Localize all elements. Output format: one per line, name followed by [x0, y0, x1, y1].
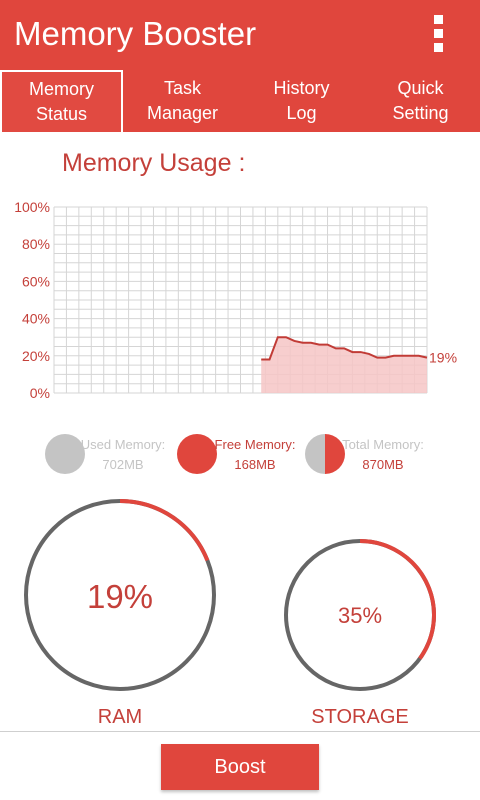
bottom-divider	[0, 731, 480, 732]
app-header: Memory Booster	[0, 0, 480, 70]
legend-used-value: 702MB	[102, 457, 144, 472]
y-tick-label: 20%	[22, 348, 50, 364]
ram-label: RAM	[97, 706, 143, 728]
tab-label-line1: Task	[163, 78, 201, 98]
boost-button[interactable]: Boost	[161, 744, 319, 790]
legend-total-value: 870MB	[362, 457, 404, 472]
y-tick-label: 80%	[22, 236, 50, 252]
y-tick-label: 40%	[22, 311, 50, 327]
tab-history-log[interactable]: History Log	[242, 70, 361, 132]
memory-usage-title: Memory Usage :	[62, 149, 246, 177]
tab-label-line1: Quick	[397, 78, 444, 98]
tab-quick-setting[interactable]: Quick Setting	[361, 70, 480, 132]
memory-booster-app: Memory Booster Memory Status Task Manage…	[0, 0, 480, 800]
tab-label-line2: Log	[286, 103, 317, 123]
legend-free-value: 168MB	[234, 457, 276, 472]
tab-task-manager[interactable]: Task Manager	[123, 70, 242, 132]
y-tick-label: 60%	[22, 273, 50, 289]
gauge-progress-arc	[359, 539, 436, 660]
legend-free-label: Free Memory:	[214, 437, 296, 452]
tab-label-line2: Manager	[146, 103, 219, 123]
ram-percent: 19%	[86, 578, 154, 615]
storage-label: STORAGE	[311, 706, 409, 728]
app-title: Memory Booster	[14, 15, 257, 52]
tab-label-line2: Status	[35, 104, 88, 124]
tab-memory-status[interactable]: Memory Status	[0, 70, 123, 132]
tab-label-line1: History	[273, 78, 330, 98]
memory-usage-chart: 100% 80% 60% 40% 20% 0% 19%	[14, 199, 457, 401]
y-tick-label: 100%	[14, 199, 50, 215]
y-tick-label: 0%	[30, 385, 50, 401]
tab-label-line2: Setting	[392, 103, 449, 123]
legend-total-label: Total Memory:	[342, 437, 424, 452]
overflow-menu-icon[interactable]	[434, 15, 446, 53]
tab-label-line1: Memory	[28, 79, 94, 99]
gauge-progress-arc	[119, 499, 210, 562]
current-value-label: 19%	[429, 350, 457, 366]
legend-used-label: Used Memory:	[80, 437, 166, 452]
storage-percent: 35%	[337, 603, 383, 628]
tab-bar: Memory Status Task Manager History Log Q…	[0, 70, 480, 132]
